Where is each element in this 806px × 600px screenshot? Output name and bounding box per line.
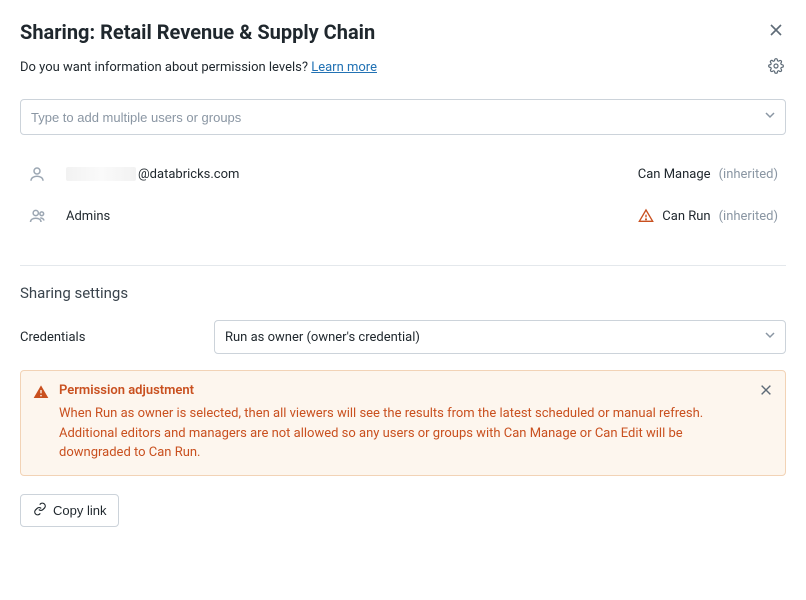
divider — [20, 265, 786, 266]
alert-close-button[interactable] — [757, 381, 775, 402]
close-icon — [759, 383, 773, 400]
permission-level-cell: Can Manage (inherited) — [638, 167, 778, 182]
alert-title: Permission adjustment — [59, 383, 745, 398]
permission-row: @databricks.com Can Manage (inherited) — [20, 153, 786, 195]
permission-level: Can Run — [662, 209, 710, 224]
warning-icon — [638, 208, 654, 224]
redacted-text — [66, 167, 136, 181]
alert-body: When Run as owner is selected, then all … — [59, 404, 745, 463]
gear-icon — [768, 58, 784, 77]
permission-inherited-label: (inherited) — [719, 167, 778, 182]
copy-link-label: Copy link — [53, 503, 106, 518]
learn-more-link[interactable]: Learn more — [311, 60, 377, 75]
dialog-title: Sharing: Retail Revenue & Supply Chain — [20, 20, 375, 44]
permission-info-text: Do you want information about permission… — [20, 60, 377, 75]
permission-list: @databricks.com Can Manage (inherited) A… — [20, 153, 786, 237]
permission-level-cell: Can Run (inherited) — [638, 208, 778, 224]
email-suffix: @databricks.com — [138, 167, 239, 182]
permission-row: Admins Can Run (inherited) — [20, 195, 786, 237]
permission-info-prompt: Do you want information about permission… — [20, 60, 311, 75]
permission-level: Can Manage — [638, 167, 711, 182]
user-icon — [28, 165, 52, 183]
credentials-label: Credentials — [20, 330, 214, 345]
credentials-value: Run as owner (owner's credential) — [225, 330, 420, 345]
group-icon — [28, 207, 52, 225]
link-icon — [33, 502, 47, 519]
group-name: Admins — [66, 209, 110, 224]
credentials-select[interactable]: Run as owner (owner's credential) — [214, 320, 786, 354]
permission-principal-name: Admins — [66, 209, 624, 224]
copy-link-button[interactable]: Copy link — [20, 494, 119, 527]
sharing-settings-title: Sharing settings — [20, 284, 786, 302]
permission-adjustment-alert: Permission adjustment When Run as owner … — [20, 370, 786, 476]
warning-icon — [33, 384, 49, 463]
close-icon — [768, 22, 784, 41]
add-users-input[interactable] — [20, 99, 786, 135]
permission-inherited-label: (inherited) — [719, 209, 778, 224]
permission-principal-name: @databricks.com — [66, 167, 624, 182]
settings-button[interactable] — [766, 56, 786, 79]
close-button[interactable] — [766, 20, 786, 43]
